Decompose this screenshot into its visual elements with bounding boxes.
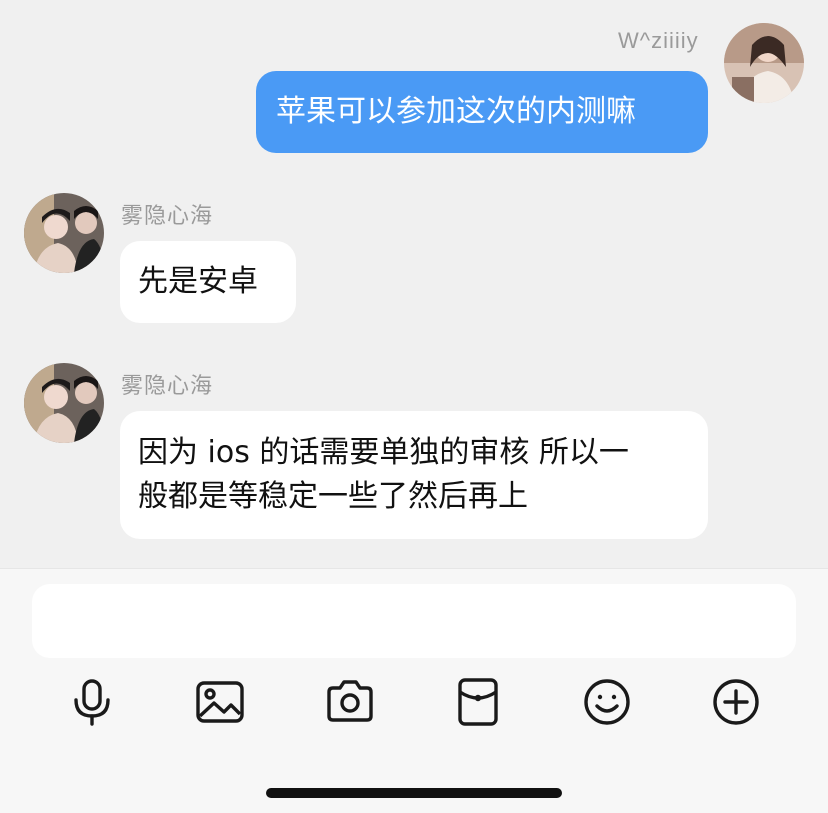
input-panel bbox=[0, 568, 828, 813]
contact-avatar[interactable] bbox=[24, 193, 104, 273]
avatar-image bbox=[724, 23, 804, 103]
sender-name: 雾隐心海 bbox=[121, 203, 214, 228]
avatar-image bbox=[24, 363, 104, 443]
red-packet-button[interactable] bbox=[450, 674, 506, 730]
microphone-icon bbox=[74, 679, 110, 726]
more-button[interactable] bbox=[708, 674, 764, 730]
self-avatar[interactable] bbox=[724, 23, 804, 103]
image-icon bbox=[196, 681, 244, 723]
sender-name: W^ziiiiy bbox=[618, 28, 699, 53]
chat-message-area[interactable]: W^ziiiiy 苹果可以参加这次的内测嘛 雾隐心海 先是安卓 雾隐心海 因为 … bbox=[0, 0, 828, 568]
message-bubble-incoming[interactable]: 先是安卓 bbox=[120, 241, 296, 323]
message-input[interactable] bbox=[32, 584, 796, 658]
emoji-button[interactable] bbox=[579, 674, 635, 730]
contact-avatar[interactable] bbox=[24, 363, 104, 443]
camera-icon bbox=[327, 680, 373, 722]
message-text-line: 因为 ios 的话需要单独的审核 所以一 bbox=[138, 435, 629, 470]
message-text-line: 般都是等稳定一些了然后再上 bbox=[138, 479, 528, 514]
message-text: 苹果可以参加这次的内测嘛 bbox=[276, 94, 636, 129]
home-indicator[interactable] bbox=[266, 788, 562, 798]
avatar-image bbox=[24, 193, 104, 273]
plus-circle-icon bbox=[713, 679, 759, 725]
emoji-icon bbox=[584, 679, 630, 725]
message-bubble-incoming[interactable]: 因为 ios 的话需要单独的审核 所以一 般都是等稳定一些了然后再上 bbox=[120, 411, 708, 539]
photo-album-button[interactable] bbox=[192, 674, 248, 730]
voice-button[interactable] bbox=[64, 674, 120, 730]
sender-name: 雾隐心海 bbox=[121, 373, 214, 398]
red-packet-icon bbox=[458, 678, 498, 726]
message-text: 先是安卓 bbox=[138, 264, 258, 299]
message-bubble-outgoing[interactable]: 苹果可以参加这次的内测嘛 bbox=[256, 71, 708, 153]
camera-button[interactable] bbox=[322, 674, 378, 730]
